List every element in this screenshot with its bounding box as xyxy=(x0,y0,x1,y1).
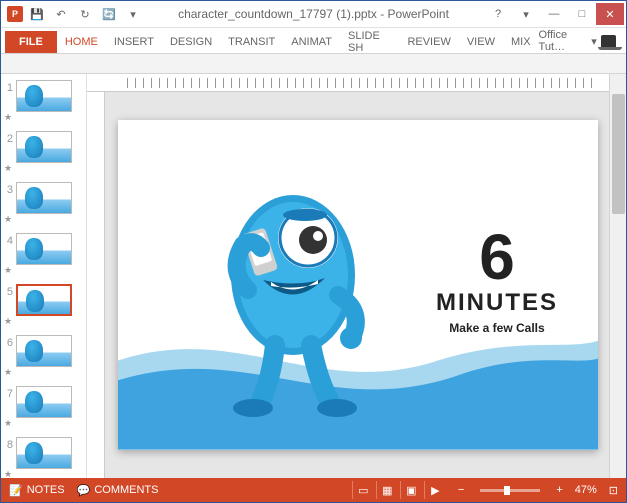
tab-home[interactable]: HOME xyxy=(57,31,106,53)
vertical-scrollbar[interactable] xyxy=(609,74,626,478)
slideshow-view-button[interactable]: ▶ xyxy=(424,481,446,499)
tab-slideshow[interactable]: SLIDE SH xyxy=(340,31,399,53)
tab-animations[interactable]: ANIMAT xyxy=(283,31,340,53)
countdown-unit: MINUTES xyxy=(436,289,558,317)
save-button[interactable]: 💾 xyxy=(27,4,47,24)
ribbon-body xyxy=(1,54,626,74)
slide-thumbnail[interactable] xyxy=(16,437,72,469)
thumb-number: 3 xyxy=(3,182,13,196)
zoom-level[interactable]: 47% xyxy=(575,484,597,496)
normal-view-button[interactable]: ▭ xyxy=(352,481,374,499)
undo-button[interactable]: ↶ xyxy=(51,4,71,24)
notes-button[interactable]: 📝 NOTES xyxy=(9,484,65,497)
tab-design[interactable]: DESIGN xyxy=(162,31,220,53)
window-title: character_countdown_17797 (1).pptx - Pow… xyxy=(143,7,484,21)
redo-button[interactable]: ↻ xyxy=(75,4,95,24)
animation-star-icon: ★ xyxy=(4,400,12,429)
slide-thumbnail[interactable] xyxy=(16,131,72,163)
tab-view[interactable]: VIEW xyxy=(459,31,503,53)
animation-star-icon: ★ xyxy=(4,298,12,327)
thumb-number: 2 xyxy=(3,131,13,145)
slide[interactable]: 6 MINUTES Make a few Calls xyxy=(118,120,598,450)
laptop-icon xyxy=(601,35,616,47)
comments-button[interactable]: 💬 COMMENTS xyxy=(77,484,159,497)
monster-character xyxy=(193,160,393,420)
help-button[interactable]: ? xyxy=(484,3,512,25)
slide-canvas-area[interactable]: 6 MINUTES Make a few Calls xyxy=(87,92,609,478)
reading-view-button[interactable]: ▣ xyxy=(400,481,422,499)
animation-star-icon: ★ xyxy=(4,145,12,174)
thumb-number: 6 xyxy=(3,335,13,349)
countdown-subtitle: Make a few Calls xyxy=(436,321,558,335)
tab-insert[interactable]: INSERT xyxy=(106,31,162,53)
slide-thumbnails-panel[interactable]: 1★2★3★4★5★6★7★8★9★ xyxy=(1,74,87,478)
account-label[interactable]: Office Tut… xyxy=(539,29,588,53)
animation-star-icon: ★ xyxy=(4,349,12,378)
zoom-in-button[interactable]: + xyxy=(556,484,562,496)
slide-thumbnail[interactable] xyxy=(16,386,72,418)
animation-star-icon: ★ xyxy=(4,196,12,225)
thumb-number: 5 xyxy=(3,284,13,298)
sorter-view-button[interactable]: ▦ xyxy=(376,481,398,499)
animation-star-icon: ★ xyxy=(4,451,12,478)
horizontal-ruler xyxy=(87,74,609,92)
ribbon-options-button[interactable]: ▾ xyxy=(512,3,540,25)
animation-star-icon: ★ xyxy=(4,94,12,123)
file-tab[interactable]: FILE xyxy=(5,31,57,53)
startover-button[interactable]: 🔄 xyxy=(99,4,119,24)
close-button[interactable]: ✕ xyxy=(596,3,624,25)
slide-thumbnail[interactable] xyxy=(16,80,72,112)
animation-star-icon: ★ xyxy=(4,247,12,276)
tab-mix[interactable]: MIX xyxy=(503,31,539,53)
slide-thumbnail[interactable] xyxy=(16,233,72,265)
slide-thumbnail[interactable] xyxy=(16,284,72,316)
maximize-button[interactable]: □ xyxy=(568,3,596,25)
thumb-number: 8 xyxy=(3,437,13,451)
countdown-number: 6 xyxy=(436,225,558,289)
thumb-number: 7 xyxy=(3,386,13,400)
thumb-number: 1 xyxy=(3,80,13,94)
minimize-button[interactable]: — xyxy=(540,3,568,25)
qat-dropdown[interactable]: ▾ xyxy=(123,4,143,24)
zoom-out-button[interactable]: − xyxy=(458,484,464,496)
thumb-number: 4 xyxy=(3,233,13,247)
app-icon: P xyxy=(7,6,23,22)
tab-review[interactable]: REVIEW xyxy=(399,31,458,53)
slide-thumbnail[interactable] xyxy=(16,335,72,367)
zoom-slider[interactable] xyxy=(480,489,540,492)
tab-transitions[interactable]: TRANSIT xyxy=(220,31,283,53)
scrollbar-thumb[interactable] xyxy=(612,94,625,214)
slide-thumbnail[interactable] xyxy=(16,182,72,214)
fit-to-window-button[interactable]: ⊡ xyxy=(609,484,618,497)
